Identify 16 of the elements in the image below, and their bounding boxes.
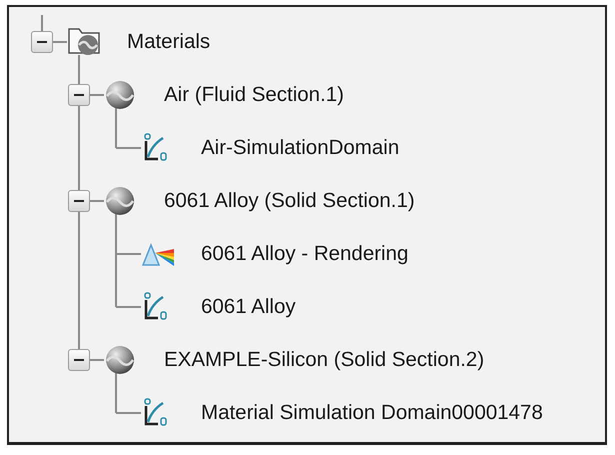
tree-item[interactable]: Air (Fluid Section.1)	[164, 82, 344, 106]
tree-item[interactable]: 6061 Alloy - Rendering	[201, 242, 408, 266]
tree-item[interactable]: 6061 Alloy (Solid Section.1)	[164, 188, 415, 212]
tree-item[interactable]: Materials	[127, 30, 210, 54]
sphere-icon	[104, 78, 136, 110]
tree-item[interactable]: EXAMPLE-Silicon (Solid Section.2)	[164, 348, 484, 372]
collapse-toggle[interactable]	[68, 190, 90, 212]
tree-item[interactable]: Material Simulation Domain00001478	[201, 400, 543, 424]
tree-item[interactable]: Air-SimulationDomain	[201, 136, 400, 160]
sphere-icon	[104, 184, 136, 216]
tree-item[interactable]: 6061 Alloy	[201, 294, 296, 318]
sphere-icon	[104, 344, 136, 376]
prism-icon	[141, 240, 175, 266]
collapse-toggle[interactable]	[68, 84, 90, 106]
collapse-toggle[interactable]	[68, 348, 90, 370]
collapse-toggle[interactable]	[31, 30, 53, 52]
